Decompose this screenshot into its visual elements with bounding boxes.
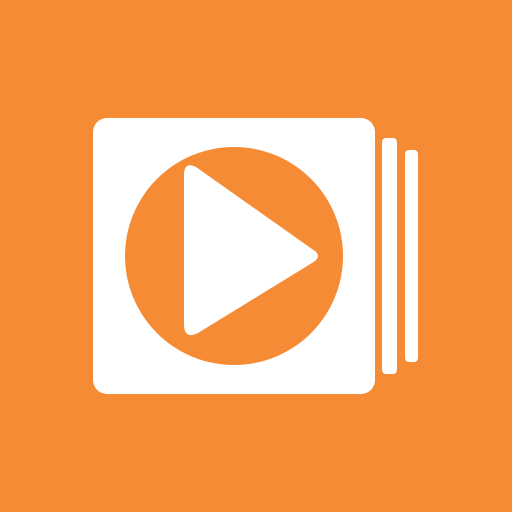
app-icon-tile[interactable] <box>0 0 512 512</box>
stack-page-middle <box>382 138 397 374</box>
video-playlist-icon <box>0 0 512 512</box>
stack-page-back <box>405 150 418 362</box>
